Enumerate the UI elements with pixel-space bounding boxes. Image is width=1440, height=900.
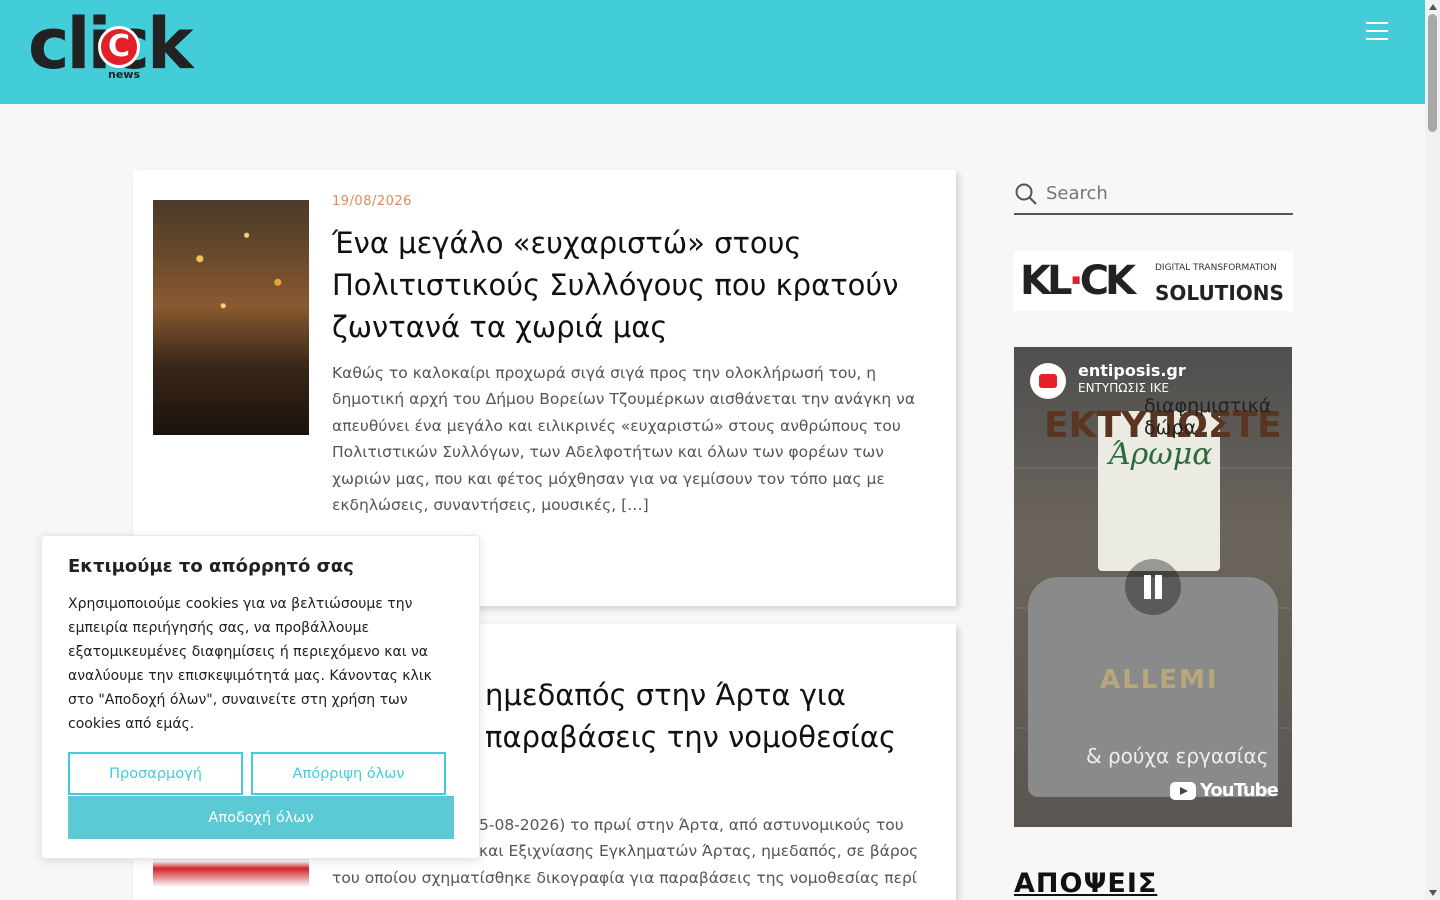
video-shirt-text: ALLEMI xyxy=(1100,665,1219,695)
page-scrollbar[interactable] xyxy=(1425,0,1440,900)
search-icon[interactable] xyxy=(1014,182,1038,206)
reject-all-button[interactable]: Απόρριψη όλων xyxy=(251,752,446,795)
customize-button[interactable]: Προσαρμογή xyxy=(68,752,243,795)
channel-name[interactable]: entiposis.gr xyxy=(1078,361,1186,380)
video-vertical-text: ΕΚΤΥΠΩΣΤΕ xyxy=(1044,402,1282,450)
banner-logo: KL·CK xyxy=(1020,258,1136,304)
post-excerpt: Καθώς το καλοκαίρι προχωρά σιγά σιγά προ… xyxy=(332,364,916,515)
klick-banner[interactable]: KL·CK DIGITAL TRANSFORMATION SOLUTIONS xyxy=(1014,251,1293,311)
channel-subtitle: ΕΝΤΥΠΩΣΙΣ ΙΚΕ xyxy=(1078,381,1169,395)
post-date: 19/08/2026 xyxy=(332,194,412,209)
pause-icon[interactable] xyxy=(1125,559,1181,615)
scroll-up-icon[interactable] xyxy=(1429,4,1437,10)
logo-sub: news xyxy=(108,68,141,81)
site-header: click C news xyxy=(0,0,1425,104)
youtube-word: YouTube xyxy=(1200,780,1279,801)
post-thumbnail[interactable] xyxy=(153,200,309,435)
video-bottom-caption: & ρούχα εργασίας xyxy=(1086,744,1269,768)
post-excerpt: 5-08-2026) το πρωί στην Άρτα, από αστυνο… xyxy=(332,812,949,891)
banner-small-text: DIGITAL TRANSFORMATION xyxy=(1155,263,1277,273)
logo-c-icon: C xyxy=(98,26,140,68)
cookie-consent-dialog: Εκτιμούμε το απόρρητό σας Χρησιμοποιούμε… xyxy=(41,535,480,859)
excerpt-line: του οποίου σχηματίσθηκε δικογραφία για π… xyxy=(332,868,918,887)
banner-big-text: SOLUTIONS xyxy=(1155,281,1284,305)
accept-all-button[interactable]: Αποδοχή όλων xyxy=(68,796,454,839)
cookie-text: Χρησιμοποιούμε cookies για να βελτιώσουμ… xyxy=(68,596,432,732)
youtube-play-icon xyxy=(1170,782,1196,800)
opinions-heading[interactable]: ΑΠΟΨΕΙΣ xyxy=(1014,868,1157,899)
site-logo[interactable]: click C news xyxy=(28,4,194,84)
hamburger-icon[interactable] xyxy=(1366,22,1388,42)
video-top-caption: διαφημιστικά δώρα xyxy=(1144,395,1272,439)
channel-avatar[interactable] xyxy=(1030,363,1066,399)
scroll-thumb[interactable] xyxy=(1428,14,1437,132)
search-box xyxy=(1014,172,1293,215)
youtube-logo[interactable]: YouTube xyxy=(1170,778,1279,804)
excerpt-line: και Εξιχνίασης Εγκληματών Άρτας, ημεδαπό… xyxy=(479,842,919,861)
excerpt-line: 5-08-2026) το πρωί στην Άρτα, από αστυνο… xyxy=(479,816,904,834)
youtube-embed[interactable]: Άρωμα ΕΚΤΥΠΩΣΤΕ διαφημιστικά δώρα ALLEMI… xyxy=(1014,347,1292,827)
post-title[interactable]: ημεδαπός στην Άρτα για παραβάσεις την νο… xyxy=(485,674,925,758)
search-input[interactable] xyxy=(1046,178,1286,208)
cookie-title: Εκτιμούμε το απόρρητό σας xyxy=(68,556,354,577)
scroll-down-icon[interactable] xyxy=(1429,890,1437,896)
post-title[interactable]: Ένα μεγάλο «ευχαριστώ» στους Πολιτιστικο… xyxy=(332,222,932,348)
